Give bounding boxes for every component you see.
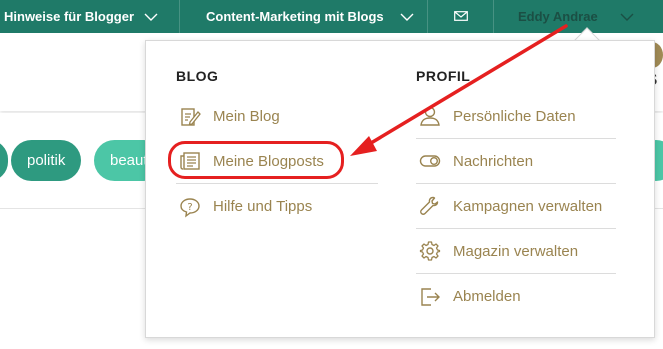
annotation-arrow [350, 24, 568, 156]
